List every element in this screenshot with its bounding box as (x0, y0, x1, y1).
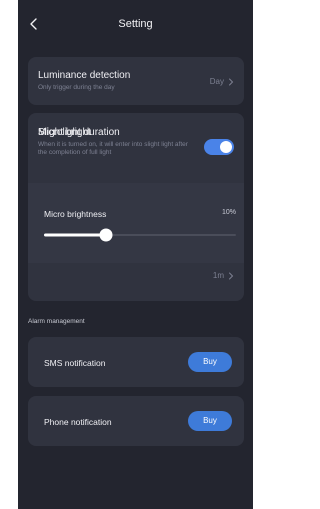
micro-brightness-value: 10% (221, 209, 236, 216)
sms-buy-button[interactable]: Buy (188, 352, 232, 372)
luminance-value: Day (209, 77, 224, 86)
micro-brightness-slider[interactable] (28, 225, 244, 245)
slider-fill (44, 233, 106, 237)
chevron-right-icon (229, 78, 234, 85)
slight-bright-toggle[interactable] (204, 139, 234, 155)
microlight-duration-label[interactable]: Microlight duration (38, 127, 120, 138)
phone-notification-label: Phone notification (44, 417, 112, 427)
microlight-duration-value-wrap[interactable]: 1m (213, 271, 234, 280)
slider-thumb (99, 228, 113, 242)
luminance-detection-row[interactable]: Luminance detection Only trigger during … (28, 57, 244, 105)
sms-notification-row: SMS notification Buy (28, 337, 244, 387)
settings-screen: Setting Luminance detection Only trigger… (18, 0, 253, 509)
luminance-label: Luminance detection (38, 70, 131, 81)
phone-notification-row: Phone notification Buy (28, 396, 244, 446)
micro-brightness-panel: Micro brightness 10% (28, 183, 244, 263)
micro-brightness-label: Micro brightness (44, 209, 107, 219)
luminance-value-wrap: Day (210, 77, 234, 86)
alarm-section-title: Alarm management (28, 318, 85, 325)
slight-bright-description: When it is turned on, it will enter into… (38, 141, 188, 156)
luminance-subtitle: Only trigger during the day (38, 84, 115, 91)
sms-notification-label: SMS notification (44, 358, 106, 368)
phone-buy-button[interactable]: Buy (188, 411, 232, 431)
slight-bright-card: Slight bright When it is turned on, it w… (28, 113, 244, 301)
page-title: Setting (118, 18, 153, 30)
microlight-duration-value: 1m (212, 271, 224, 280)
header: Setting (18, 0, 253, 52)
chevron-right-icon (229, 272, 234, 279)
toggle-knob (220, 141, 232, 153)
